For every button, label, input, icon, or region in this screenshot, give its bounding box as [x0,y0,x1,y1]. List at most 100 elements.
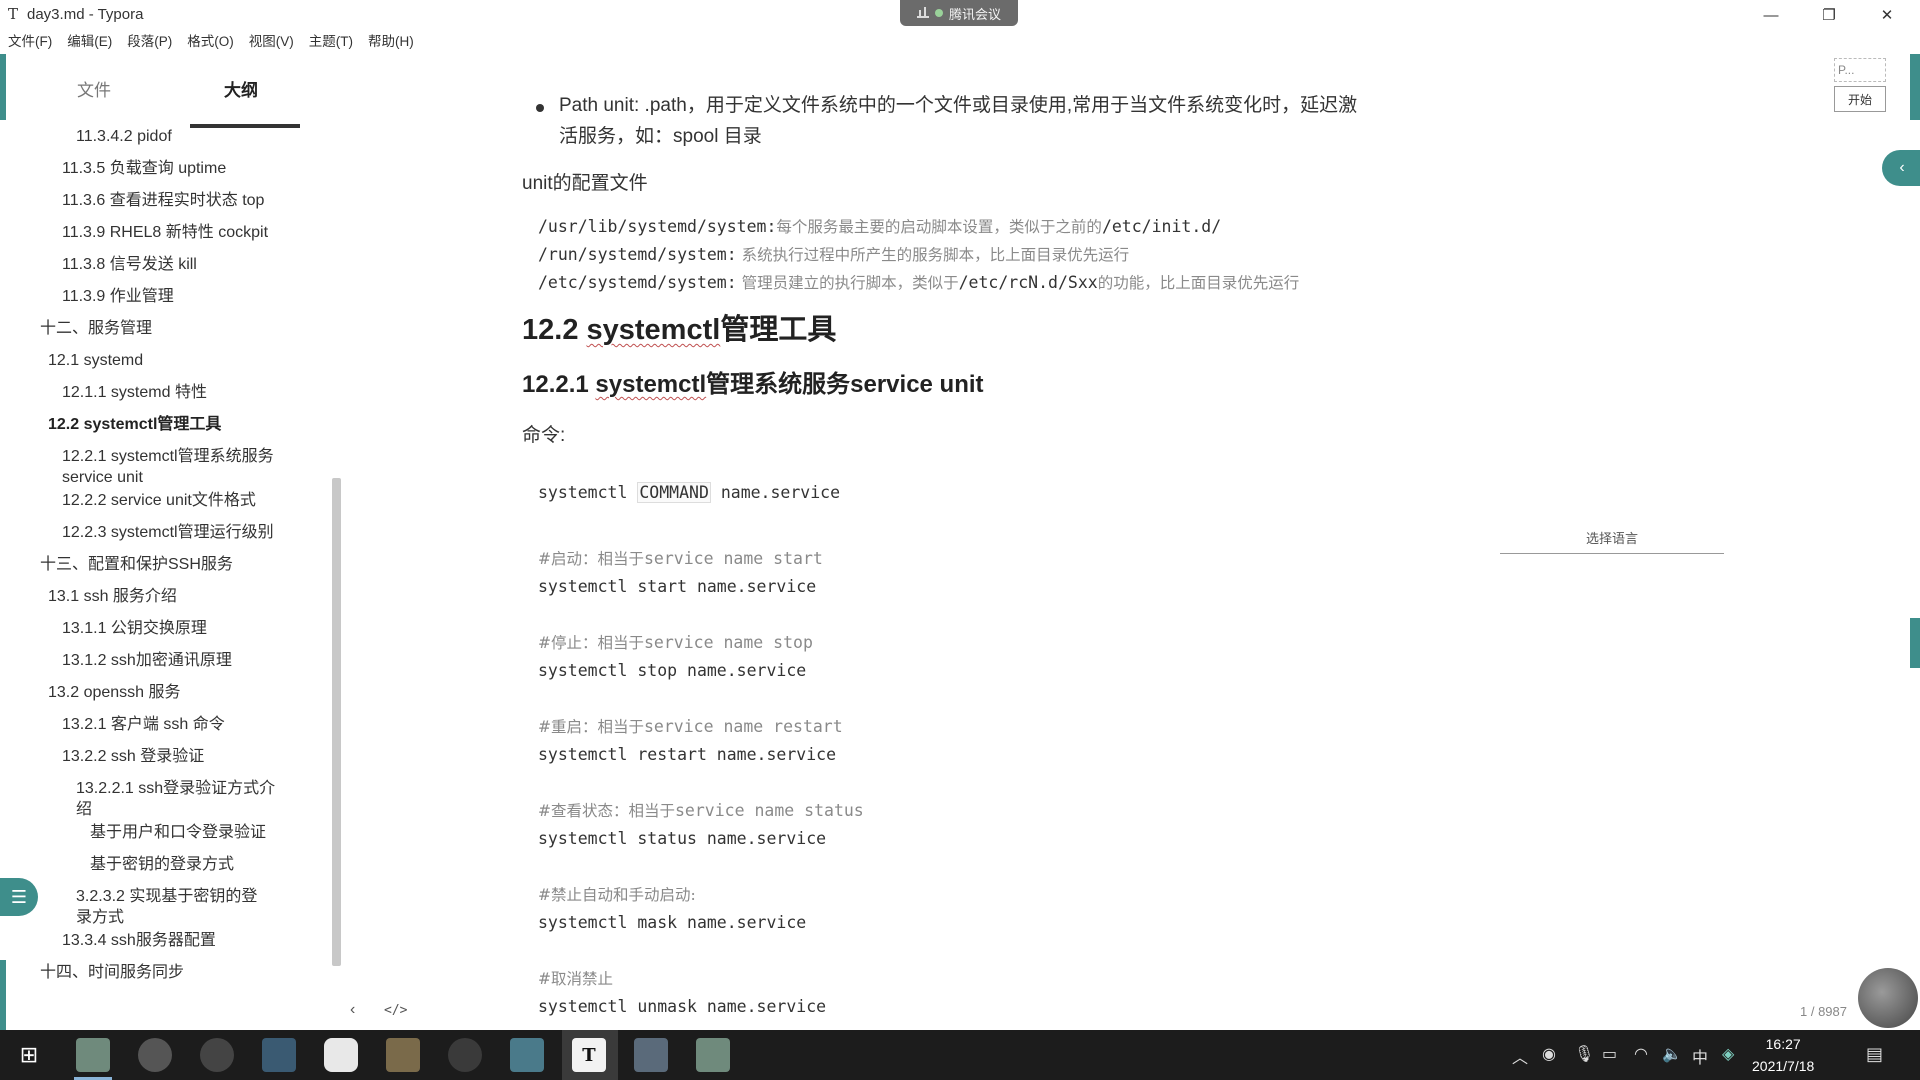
config-path: /etc/systemd/system: [538,273,737,292]
unit-config-title: unit的配置文件 [522,173,648,194]
swirl-app-icon[interactable] [448,1038,482,1072]
config-tail: /etc/rcN.d/Sxx [958,273,1098,292]
editor-scrollbar[interactable] [1910,618,1920,668]
outline-item[interactable]: 11.3.8 信号发送 kill [62,254,197,275]
word-count: 1 / 8987 [1800,1004,1847,1019]
vm-icon[interactable] [262,1038,296,1072]
tab-files[interactable]: 文件 [77,76,111,101]
outline-item[interactable]: 11.3.9 RHEL8 新特性 cockpit [62,222,268,243]
outline-item[interactable]: 基于用户和口令登录验证 [90,822,266,843]
outline-item[interactable]: 12.2.2 service unit文件格式 [62,490,256,511]
sidebar-tabs: 文件 大纲 [6,72,336,128]
outline-item[interactable]: 12.2.1 systemctl管理系统服务 service unit [62,446,274,488]
menu-view[interactable]: 视图(V) [249,30,294,54]
config-comment: 系统执行过程中所产生的服务脚本，比上面目录优先运行 [736,246,1130,264]
command-placeholder: COMMAND [637,482,711,503]
title-bar: T day3.md - Typora 腾讯会议 — ❐ ✕ [0,0,1920,30]
app-image-icon-2[interactable] [696,1038,730,1072]
battery-icon[interactable]: ▭ [1602,1044,1617,1064]
menu-edit[interactable]: 编辑(E) [67,30,112,54]
presentation-thumb[interactable]: P... [1834,58,1886,82]
command-line: systemctl mask name.service [538,913,807,932]
windows-start-icon[interactable]: ⊞ [12,1038,46,1072]
folder-icon[interactable] [386,1038,420,1072]
outline-item[interactable]: 11.3.5 负载查询 uptime [62,158,226,179]
outline-toggle-icon[interactable]: ☰ [0,878,38,916]
outline-item[interactable]: 13.2.2 ssh 登录验证 [62,746,204,767]
meeting-badge[interactable]: 腾讯会议 [900,0,1018,26]
heading-12-2: 12.2 systemctl管理工具 [522,314,837,346]
outline-item[interactable]: 11.3.6 查看进程实时状态 top [62,190,264,211]
menu-file[interactable]: 文件(F) [8,30,52,54]
config-comment: 每个服务最主要的启动脚本设置，类似于之前的 [776,218,1102,236]
command-line: systemctl stop name.service [538,661,807,680]
clock-date: 2021/7/18 [1752,1058,1815,1074]
outline-item[interactable]: 十四、时间服务同步 [40,962,184,983]
command-syntax-line: systemctl COMMAND name.service [538,482,841,503]
command-comment: #取消禁止 [538,970,613,988]
wechat-icon[interactable] [200,1038,234,1072]
outline-item[interactable]: 11.3.4.2 pidof [76,126,172,147]
sidebar: 文件 大纲 11.3.4.2 pidof 11.3.5 负载查询 uptime 11… [6,54,341,1030]
menu-format[interactable]: 格式(O) [187,30,234,54]
language-select[interactable]: 选择语言 [1500,528,1724,554]
collapse-arrow-icon[interactable]: ‹ [1882,150,1920,186]
outline-item[interactable]: 基于密钥的登录方式 [90,854,234,875]
notification-icon[interactable]: ▤ [1866,1044,1883,1065]
config-line-3: /etc/systemd/system: 管理员建立的执行脚本，类似于/etc/… [538,272,1299,294]
right-accent-strip [1910,54,1920,120]
photos-icon[interactable] [510,1038,544,1072]
minimize-button[interactable]: — [1748,0,1794,30]
outline-item[interactable]: 13.2 openssh 服务 [48,682,181,703]
chrome-icon[interactable] [138,1038,172,1072]
menu-theme[interactable]: 主题(T) [309,30,353,54]
menu-bar: 文件(F) 编辑(E) 段落(P) 格式(O) 视图(V) 主题(T) 帮助(H… [0,30,429,54]
volume-icon[interactable]: 🔈 [1662,1044,1682,1064]
maximize-button[interactable]: ❐ [1806,0,1852,30]
outline-item[interactable]: 13.1.2 ssh加密通讯原理 [62,650,232,671]
microphone-icon[interactable]: 🎙 [1574,1044,1594,1064]
taskbar: ⊞ T ︿ ◉ 🎙 ▭ ◠ 🔈 中 ◈ 16:27 2021/7/18 ▤ [0,1030,1920,1080]
outline-item[interactable]: 13.1.1 公钥交换原理 [62,618,207,639]
wifi-icon[interactable]: ◠ [1634,1044,1648,1064]
outline-item[interactable]: 12.1.1 systemd 特性 [62,382,207,403]
screen-capture-icon[interactable] [634,1038,668,1072]
outline-item[interactable]: 十三、配置和保护SSH服务 [40,554,233,575]
paint-icon[interactable] [324,1038,358,1072]
outline-item[interactable]: 12.1 systemd [48,350,143,371]
outline-item[interactable]: 13.2.1 客户端 ssh 命令 [62,714,225,735]
bullet-icon [536,104,544,112]
menu-paragraph[interactable]: 段落(P) [127,30,172,54]
security-icon[interactable]: ◈ [1722,1044,1734,1064]
typora-taskbar-icon[interactable]: T [572,1038,606,1072]
menu-help[interactable]: 帮助(H) [368,30,414,54]
clock[interactable]: 16:27 2021/7/18 [1752,1033,1814,1077]
outline-item[interactable]: 13.2.2.1 ssh登录验证方式介绍 [76,778,275,820]
bullet-text-line2: 活服务，如：spool 目录 [559,126,762,147]
outline-item[interactable]: 3.2.3.2 实现基于密钥的登 录方式 [76,886,257,928]
status-dot-icon [934,9,943,17]
tray-chevron-icon[interactable]: ︿ [1512,1044,1528,1068]
close-button[interactable]: ✕ [1864,0,1910,30]
signal-icon [916,7,929,18]
tray-app-icon[interactable]: ◉ [1542,1044,1556,1064]
command-comment: #启动：相当于service name start [538,549,823,568]
command-comment: #重启：相当于service name restart [538,717,843,736]
command-line: systemctl restart name.service [538,745,837,764]
outline-item[interactable]: 12.2 systemctl管理工具 [48,414,221,435]
start-button[interactable]: 开始 [1834,86,1886,112]
outline-item[interactable]: 11.3.9 作业管理 [62,286,174,307]
outline-item[interactable]: 12.2.3 systemctl管理运行级别 [62,522,274,543]
config-tail-comment: 的功能，比上面目录优先运行 [1097,274,1300,292]
command-line: systemctl start name.service [538,577,817,596]
outline-item[interactable]: 十二、服务管理 [40,318,152,339]
active-tab-indicator [190,124,300,128]
app-image-icon[interactable] [76,1038,110,1072]
meeting-label: 腾讯会议 [948,6,1001,22]
clock-time: 16:27 [1765,1036,1801,1052]
tab-outline[interactable]: 大纲 [224,76,258,101]
outline-item[interactable]: 13.1 ssh 服务介绍 [48,586,177,607]
ime-indicator[interactable]: 中 [1692,1044,1708,1068]
outline-item[interactable]: 13.3.4 ssh服务器配置 [62,930,216,951]
config-tail: /etc/init.d/ [1101,217,1222,236]
